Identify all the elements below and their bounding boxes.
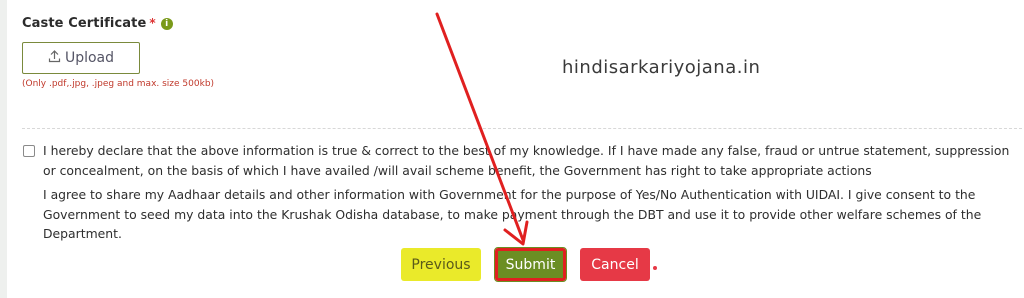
annotation-arrow-icon bbox=[435, 12, 529, 246]
